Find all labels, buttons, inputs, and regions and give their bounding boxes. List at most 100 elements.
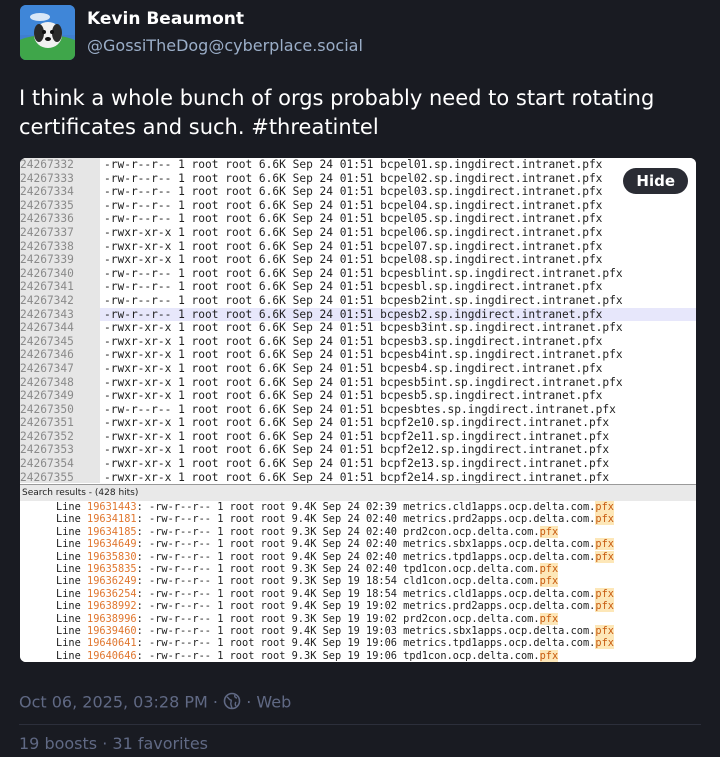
search-result-row[interactable]: Line 19638996: -rw-r--r-- 1 root root 9.…	[20, 612, 696, 625]
search-line-label: Line	[56, 624, 87, 637]
search-match-highlight: pfx	[539, 612, 559, 625]
search-match-highlight: pfx	[595, 550, 614, 563]
post-application: Web	[256, 692, 292, 712]
search-results-header: Search results - (428 hits)	[20, 484, 696, 502]
terminal-line-number: 24267348	[20, 375, 100, 390]
search-line-label: Line	[56, 538, 87, 551]
search-result-row[interactable]: Line 19634181: -rw-r--r-- 1 root root 9.…	[20, 513, 696, 526]
search-match-highlight: pfx	[595, 513, 614, 526]
terminal-row: 24267354 -rwxr-xr-x 1 root root 6.6K Sep …	[20, 457, 696, 471]
terminal-line-number: 24267344	[20, 321, 100, 335]
search-line-separator: :	[136, 637, 150, 650]
terminal-row: 24267334 -rw-r--r-- 1 root root 6.6K Sep …	[20, 185, 696, 199]
search-line-text: -rw-r--r-- 1 root root 9.3K Sep 24 02:40…	[149, 562, 540, 575]
search-line-text: -rw-r--r-- 1 root root 9.4K Sep 24 02:40…	[149, 538, 596, 551]
search-result-row[interactable]: Line 19635830: -rw-r--r-- 1 root root 9.…	[20, 550, 696, 563]
author-handle[interactable]: @GossiTheDog@cyberplace.social	[87, 36, 363, 55]
search-line-number: 19638992	[87, 600, 137, 613]
terminal-line-number: 24267336	[20, 212, 100, 226]
search-result-row[interactable]: Line 19636249: -rw-r--r-- 1 root root 9.…	[20, 575, 696, 588]
terminal-line-number: 24267333	[20, 171, 100, 186]
hide-media-button[interactable]: Hide	[623, 168, 688, 194]
terminal-line-text: -rwxr-xr-x 1 root root 6.6K Sep 24 01:51…	[104, 253, 603, 267]
search-line-label: Line	[56, 637, 87, 650]
terminal-line-text: -rwxr-xr-x 1 root root 6.6K Sep 24 01:51…	[104, 429, 610, 443]
terminal-row: 24267348 -rwxr-xr-x 1 root root 6.6K Sep …	[20, 375, 696, 390]
media-attachment[interactable]: 24267332 -rw-r--r-- 1 root root 6.6K Sep …	[20, 158, 696, 662]
terminal-row: 24267341 -rw-r--r-- 1 root root 6.6K Sep …	[20, 280, 696, 294]
terminal-line-number: 24267341	[20, 280, 100, 294]
terminal-line-text: -rw-r--r-- 1 root root 6.6K Sep 24 01:51…	[104, 293, 623, 307]
search-line-text: -rw-r--r-- 1 root root 9.3K Sep 19 19:06…	[149, 649, 540, 662]
terminal-row: 24267332 -rw-r--r-- 1 root root 6.6K Sep …	[20, 158, 696, 172]
terminal-line-text: -rwxr-xr-x 1 root root 6.6K Sep 24 01:51…	[104, 321, 623, 335]
search-result-row[interactable]: Line 19640641: -rw-r--r-- 1 root root 9.…	[20, 637, 696, 650]
search-line-number: 19634185	[87, 525, 137, 538]
favorites-count[interactable]: 31 favorites	[112, 734, 208, 753]
terminal-line-text: -rwxr-xr-x 1 root root 6.6K Sep 24 01:51…	[104, 443, 610, 457]
search-line-label: Line	[56, 587, 87, 600]
terminal-line-text: -rwxr-xr-x 1 root root 6.6K Sep 24 01:51…	[104, 361, 603, 375]
terminal-line-number: 24267343	[20, 307, 100, 322]
search-result-row[interactable]: Line 19631443: -rw-r--r-- 1 root root 9.…	[20, 501, 696, 513]
search-line-label: Line	[56, 550, 87, 563]
terminal-row: 24267333 -rw-r--r-- 1 root root 6.6K Sep …	[20, 171, 696, 186]
search-line-separator: :	[136, 649, 150, 662]
terminal-line-number: 24267338	[20, 239, 100, 254]
search-line-number: 19639460	[87, 624, 137, 637]
terminal-line-text: -rwxr-xr-x 1 root root 6.6K Sep 24 01:51…	[104, 239, 603, 253]
terminal-line-number: 24267347	[20, 361, 100, 376]
terminal-line-text: -rw-r--r-- 1 root root 6.6K Sep 24 01:51…	[104, 212, 603, 226]
search-match-highlight: pfx	[595, 600, 614, 613]
search-result-row[interactable]: Line 19634649: -rw-r--r-- 1 root root 9.…	[20, 538, 696, 551]
search-match-highlight: pfx	[539, 562, 559, 575]
avatar-image	[20, 5, 75, 60]
terminal-line-number: 24267353	[20, 443, 100, 458]
terminal-row: 24267336 -rw-r--r-- 1 root root 6.6K Sep …	[20, 212, 696, 226]
search-line-number: 19635830	[87, 550, 137, 563]
terminal-line-number: 24267351	[20, 416, 100, 430]
terminal-line-number: 24267352	[20, 429, 100, 444]
boosts-count[interactable]: 19 boosts	[19, 734, 97, 753]
search-match-highlight: pfx	[595, 637, 614, 650]
search-result-row[interactable]: Line 19640646: -rw-r--r-- 1 root root 9.…	[20, 649, 696, 662]
terminal-line-number: 24267355	[20, 470, 100, 483]
search-result-row[interactable]: Line 19634185: -rw-r--r-- 1 root root 9.…	[20, 525, 696, 538]
terminal-row: 24267352 -rwxr-xr-x 1 root root 6.6K Sep …	[20, 429, 696, 444]
search-result-row[interactable]: Line 19635835: -rw-r--r-- 1 root root 9.…	[20, 562, 696, 575]
search-line-label: Line	[56, 513, 87, 526]
search-match-highlight: pfx	[595, 538, 614, 551]
terminal-line-number: 24267354	[20, 457, 100, 471]
search-line-label: Line	[56, 612, 87, 625]
terminal-row: 24267340 -rw-r--r-- 1 root root 6.6K Sep …	[20, 266, 696, 281]
search-result-row[interactable]: Line 19638992: -rw-r--r-- 1 root root 9.…	[20, 600, 696, 613]
search-line-number: 19635835	[87, 562, 137, 575]
search-line-text: -rw-r--r-- 1 root root 9.4K Sep 19 18:54…	[149, 587, 596, 600]
post-timestamp[interactable]: Oct 06, 2025, 03:28 PM	[19, 693, 208, 712]
terminal-line-text: -rwxr-xr-x 1 root root 6.6K Sep 24 01:51…	[104, 334, 603, 348]
meta-separator: ·	[102, 734, 113, 753]
search-results-list: Line 19631443: -rw-r--r-- 1 root root 9.…	[20, 501, 696, 662]
terminal-row: 24267346 -rwxr-xr-x 1 root root 6.6K Sep …	[20, 348, 696, 362]
search-line-separator: :	[136, 550, 150, 563]
terminal-line-number: 24267340	[20, 266, 100, 281]
search-line-number: 19638996	[87, 612, 137, 625]
terminal-row: 24267339 -rwxr-xr-x 1 root root 6.6K Sep …	[20, 253, 696, 267]
search-result-row[interactable]: Line 19636254: -rw-r--r-- 1 root root 9.…	[20, 587, 696, 600]
terminal-line-text: -rwxr-xr-x 1 root root 6.6K Sep 24 01:51…	[104, 416, 610, 430]
terminal-line-text: -rwxr-xr-x 1 root root 6.6K Sep 24 01:51…	[104, 225, 603, 239]
author-name[interactable]: Kevin Beaumont	[87, 9, 244, 29]
search-line-separator: :	[136, 513, 150, 526]
search-line-text: -rw-r--r-- 1 root root 9.4K Sep 19 19:02…	[149, 600, 596, 613]
avatar[interactable]	[20, 5, 75, 60]
terminal-line-text: -rw-r--r-- 1 root root 6.6K Sep 24 01:51…	[104, 171, 603, 185]
terminal-screenshot: 24267332 -rw-r--r-- 1 root root 6.6K Sep …	[20, 158, 696, 483]
terminal-row: 24267347 -rwxr-xr-x 1 root root 6.6K Sep …	[20, 361, 696, 376]
terminal-row: 24267355 -rwxr-xr-x 1 root root 6.6K Sep …	[20, 470, 696, 483]
terminal-line-text: -rw-r--r-- 1 root root 6.6K Sep 24 01:51…	[104, 266, 623, 280]
search-result-row[interactable]: Line 19639460: -rw-r--r-- 1 root root 9.…	[20, 624, 696, 637]
terminal-row: 24267349 -rwxr-xr-x 1 root root 6.6K Sep …	[20, 389, 696, 403]
terminal-line-number: 24267349	[20, 389, 100, 403]
terminal-line-number: 24267332	[20, 158, 100, 172]
terminal-line-text: -rw-r--r-- 1 root root 6.6K Sep 24 01:51…	[104, 402, 616, 416]
